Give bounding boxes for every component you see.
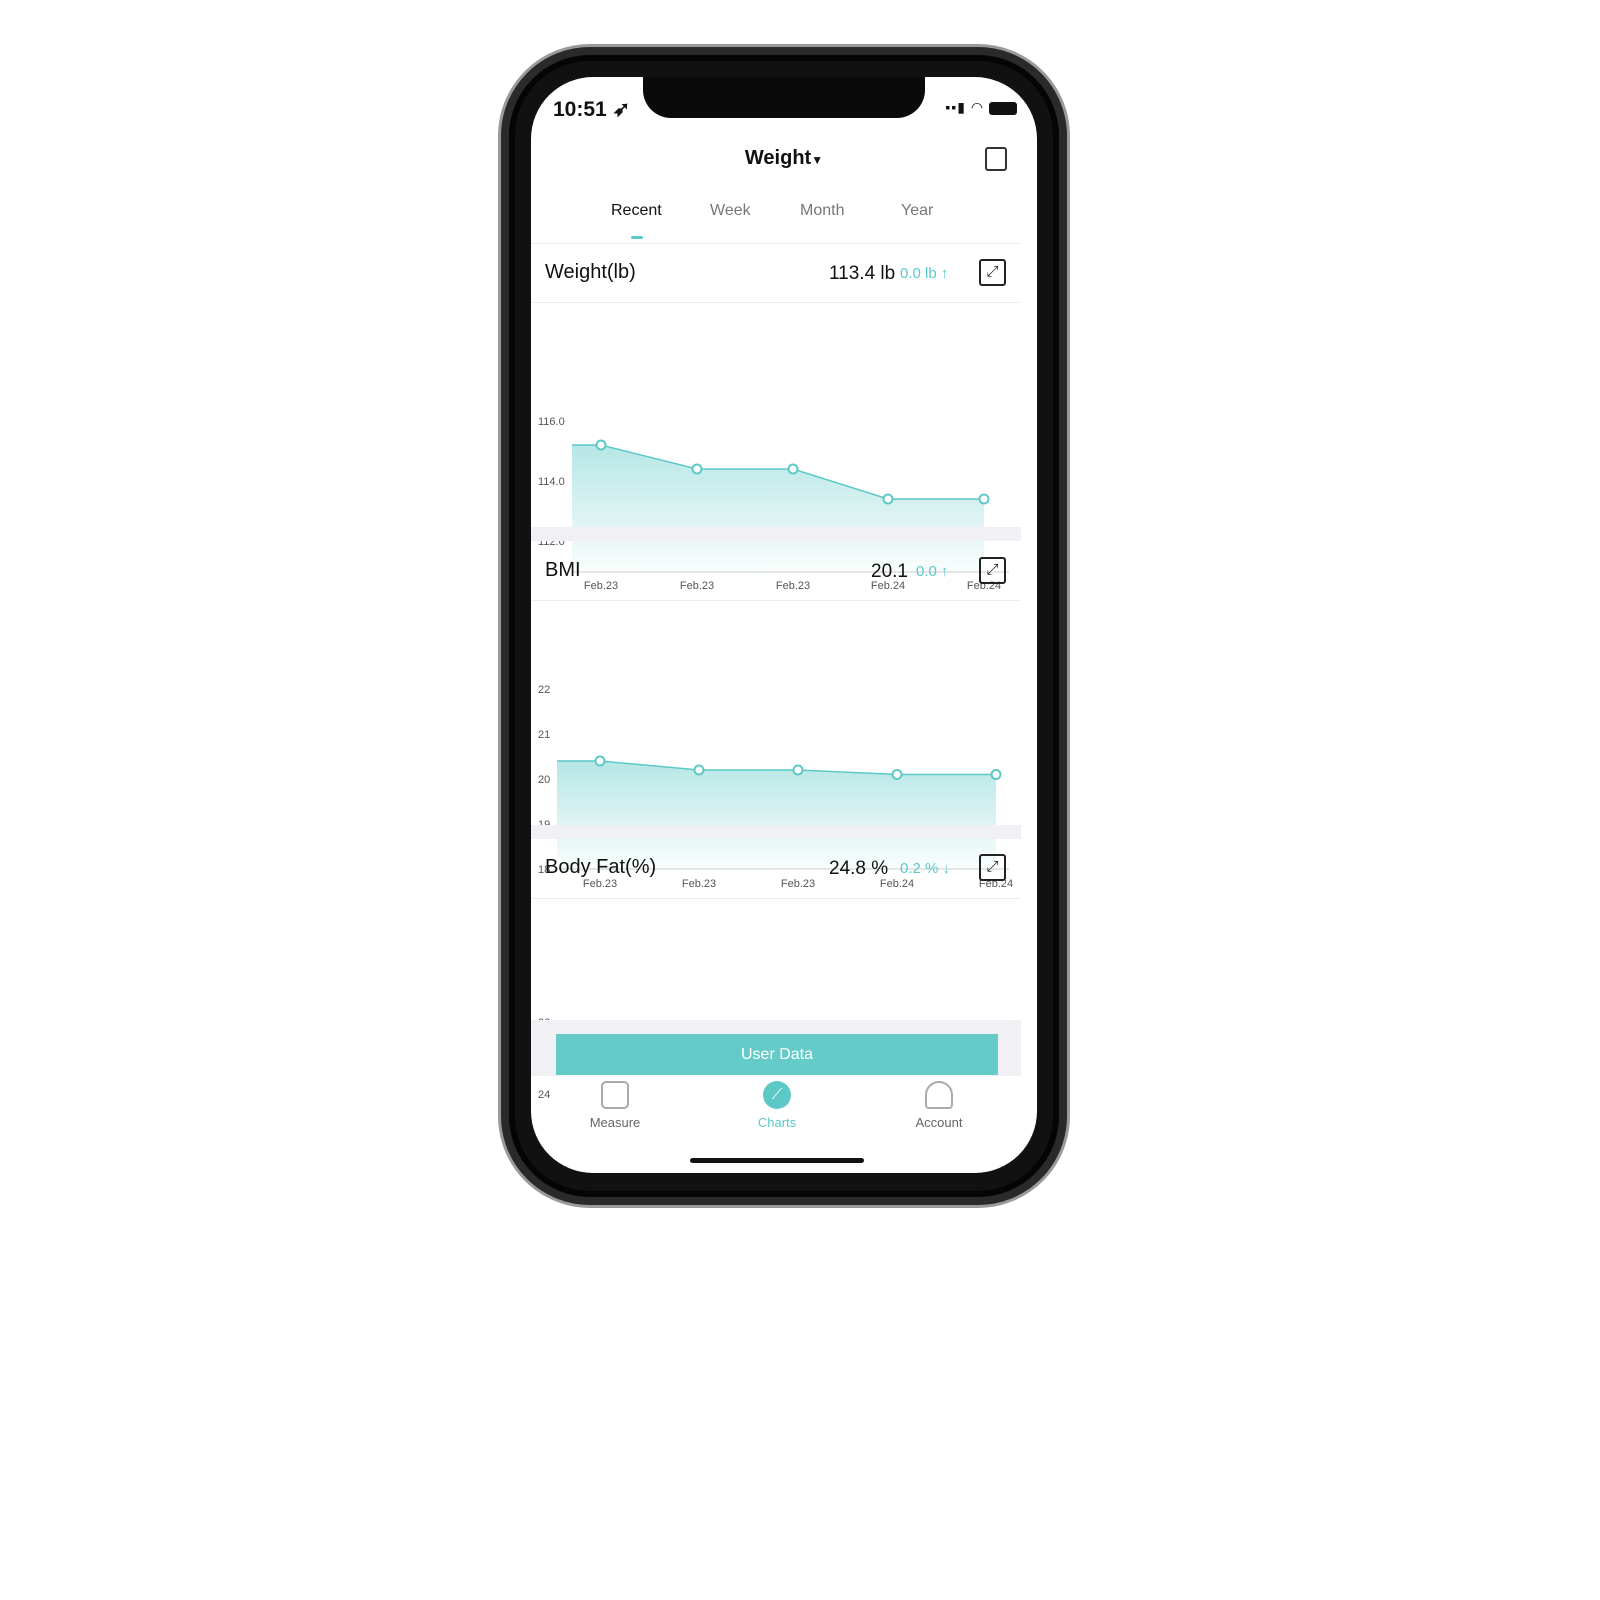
body-fat-delta: 0.2 % ↓	[900, 860, 951, 877]
y-tick-label: 24	[538, 1089, 550, 1101]
nav-label: Measure	[589, 1115, 641, 1130]
divider	[531, 600, 1021, 601]
bmi-value: 20.1	[871, 561, 908, 582]
user-data-button[interactable]: User Data	[556, 1034, 998, 1075]
expand-bmi-icon[interactable]: ⤢	[979, 557, 1006, 584]
data-point	[990, 769, 1002, 780]
divider	[531, 243, 1021, 244]
user-icon	[925, 1081, 953, 1109]
x-tick-label: Feb.23	[682, 878, 716, 890]
screen: 10:51 ➶ ▪▪▮ ◠ Weight▼ Recent Week Month …	[531, 77, 1037, 1173]
status-time: 10:51 ➶	[553, 97, 630, 122]
time-text: 10:51	[553, 98, 607, 121]
x-tick-label: Feb.23	[776, 580, 810, 592]
bmi-delta: 0.0 ↑	[916, 563, 949, 580]
data-point	[792, 764, 804, 776]
notch	[643, 77, 925, 118]
section-gap	[531, 527, 1021, 541]
home-indicator	[690, 1158, 864, 1163]
x-tick-label: Feb.23	[781, 878, 815, 890]
tab-recent[interactable]: Recent	[611, 202, 662, 220]
section-title-weight: Weight(lb)	[545, 261, 636, 283]
tab-week[interactable]: Week	[710, 202, 751, 220]
x-tick-label: Feb.23	[584, 580, 618, 592]
tab-year[interactable]: Year	[901, 202, 933, 220]
data-point	[595, 439, 607, 451]
period-tabs: Recent Week Month Year	[531, 202, 1037, 242]
location-arrow-icon: ➶	[612, 98, 631, 121]
nav-label: Charts	[757, 1115, 797, 1130]
area-fill	[572, 445, 984, 572]
data-point	[691, 463, 703, 475]
section-title-body-fat: Body Fat(%)	[545, 856, 657, 878]
section-gap	[531, 825, 1021, 839]
data-point	[594, 755, 606, 767]
chart-icon: ⟋	[763, 1081, 791, 1109]
nav-measure[interactable]: Measure	[555, 1077, 675, 1130]
scale-icon	[601, 1081, 629, 1109]
tab-month[interactable]: Month	[800, 202, 844, 220]
y-tick-label: 22	[538, 684, 550, 696]
bmi-chart: 2221201918Feb.23Feb.23Feb.23Feb.24Feb.24	[538, 684, 1013, 890]
nav-account[interactable]: Account	[879, 1077, 999, 1130]
nav-charts[interactable]: ⟋ Charts	[717, 1077, 837, 1130]
battery-icon	[989, 101, 1017, 115]
report-icon[interactable]	[985, 147, 1007, 171]
status-icons: ▪▪▮ ◠	[945, 99, 1017, 116]
y-tick-label: 116.0	[538, 416, 565, 428]
area-fill	[557, 761, 996, 869]
expand-weight-icon[interactable]: ⤢	[979, 259, 1006, 286]
weight-delta: 0.0 lb ↑	[900, 265, 949, 282]
body-fat-value: 24.8 %	[829, 858, 889, 879]
metric-dropdown[interactable]: Weight▼	[531, 147, 1037, 170]
y-tick-label: 20	[538, 774, 550, 786]
weight-chart: 116.0114.0112.0Feb.23 Feb.23 Feb.23 Feb.24 F…	[538, 416, 1009, 592]
signal-icon: ▪▪▮	[945, 99, 966, 115]
divider	[531, 302, 1021, 303]
y-tick-label: 21	[538, 729, 550, 741]
data-point	[882, 493, 894, 505]
y-tick-label: 114.0	[538, 476, 565, 488]
data-point	[891, 769, 903, 780]
x-tick-label: Feb.23	[680, 580, 714, 592]
nav-label: Account	[915, 1115, 963, 1130]
data-point	[787, 463, 799, 475]
page-title: Weight	[744, 147, 812, 169]
active-tab-indicator	[631, 236, 643, 239]
wifi-icon: ◠	[970, 99, 985, 115]
divider	[531, 898, 1021, 899]
body-fat-chart: 2624	[538, 1017, 996, 1101]
data-point	[978, 493, 990, 505]
weight-value: 113.4 lb	[829, 263, 896, 284]
section-title-bmi: BMI	[545, 559, 581, 581]
x-tick-label: Feb.23	[583, 878, 617, 890]
data-point	[693, 764, 705, 776]
caret-down-icon: ▼	[811, 153, 824, 167]
expand-body-fat-icon[interactable]: ⤢	[979, 854, 1006, 881]
